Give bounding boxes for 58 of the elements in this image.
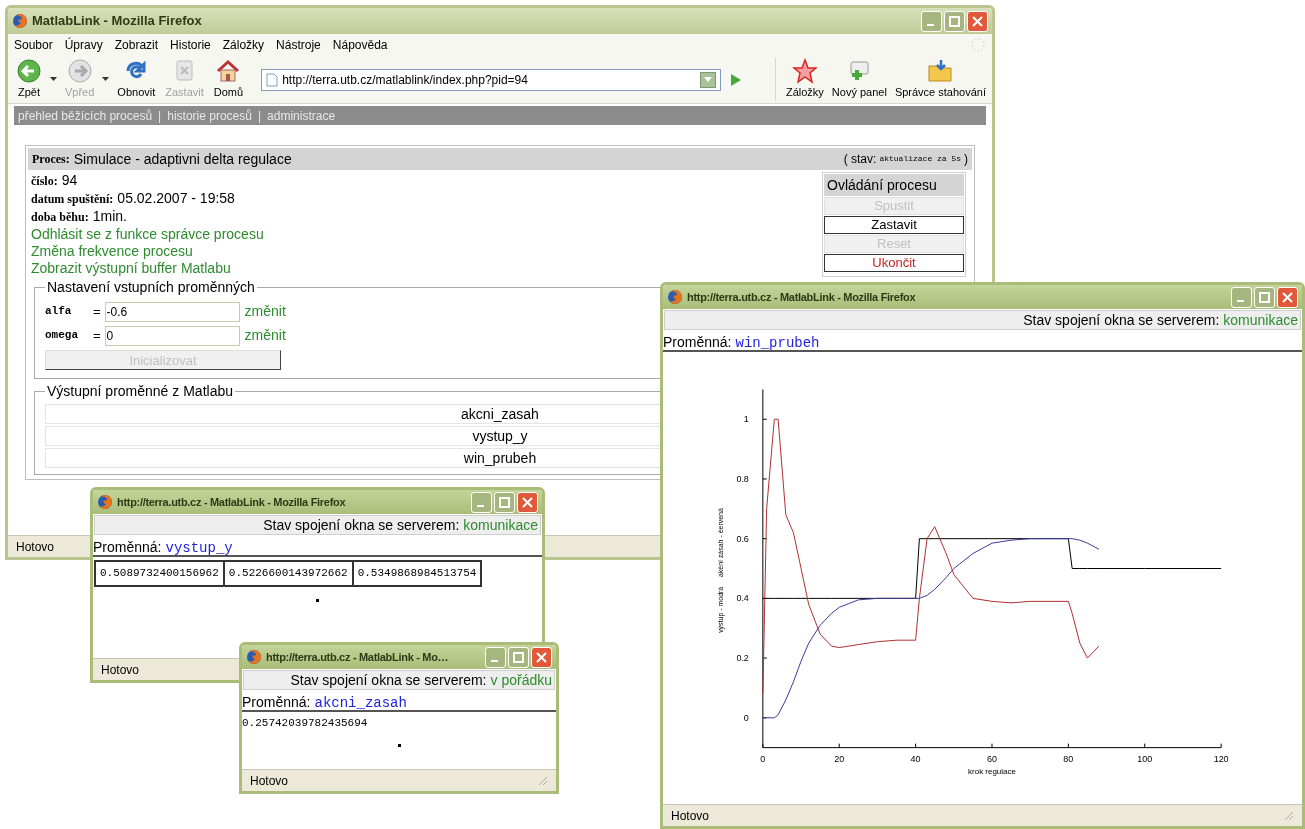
connection-label: Stav spojení okna se serverem: [263, 515, 460, 535]
fieldset-legend: Výstupní proměnné z Matlabu [45, 381, 235, 402]
state-label: ) [964, 151, 968, 168]
connection-state: komunikace [1223, 310, 1298, 330]
variable-label: omega [45, 328, 79, 344]
table-cell-text: 0.5089732400156962 [99, 566, 220, 581]
field-value: 1min. [92, 208, 127, 225]
tick-label: 0 [743, 712, 749, 723]
status-text: Hotovo [250, 772, 289, 790]
tick-label: 1 [743, 414, 749, 425]
separator-text: | [158, 107, 162, 125]
status-text: Hotovo [16, 538, 55, 556]
variable-label: Proměnná: [242, 693, 311, 712]
variable-name: akcni_zasah [314, 694, 407, 713]
field-value: 05.02.2007 - 19:58 [117, 190, 235, 207]
value-text: 0.25742039782435694 [242, 716, 368, 731]
field-label: doba běhu: [31, 209, 89, 226]
variable-label: alfa [45, 304, 73, 320]
process-name: Simulace - adaptivni delta regulace [73, 149, 292, 169]
tick-label: 0 [760, 753, 766, 764]
tick-label: 80 [1063, 753, 1074, 764]
field-label: Proces: [32, 151, 70, 168]
connection-state: v pořádku [490, 670, 552, 690]
tick-label: 0.6 [736, 533, 749, 544]
field-value: 94 [61, 172, 78, 189]
window-title: http://terra.utb.cz - MatlabLink - Mozilla Firefox [117, 494, 347, 510]
equals-sign: = [93, 326, 101, 345]
equals-sign: = [93, 302, 101, 321]
table-cell: 0.5226600143972662 [222, 562, 352, 585]
tick-label: 100 [1137, 753, 1153, 764]
variable-name: vystup_y [165, 539, 233, 558]
window-title: MatlabLink - Mozilla Firefox [32, 12, 203, 31]
tick-label: 0.8 [736, 473, 749, 484]
status-text: Hotovo [101, 661, 140, 679]
panel-title: Ovládání procesu [824, 174, 964, 196]
tick-label: 120 [1213, 753, 1229, 764]
state-label: ( stav: [843, 151, 877, 168]
separator-text: | [257, 107, 262, 125]
status-text: Hotovo [671, 807, 710, 825]
variable-label: Proměnná: [663, 333, 732, 352]
tick-label: 40 [910, 753, 921, 764]
window-title: http://terra.utb.cz - MatlabLink - Mo… [266, 649, 450, 665]
connection-label: Stav spojení okna se serverem: [1023, 310, 1220, 330]
tick-label: 20 [834, 753, 845, 764]
state-value: aktualizace za 5s [879, 153, 961, 165]
variable-label: Proměnná: [93, 538, 162, 557]
connection-state: komunikace [463, 515, 538, 535]
field-label: datum spuštění: [31, 191, 114, 208]
fieldset-legend: Nastavení vstupních proměnných [45, 277, 257, 298]
variable-name: win_prubeh [735, 334, 820, 353]
axis-label: krok regulace [968, 766, 1016, 776]
connection-label: Stav spojení okna se serverem: [290, 670, 487, 690]
table-cell: 0.5349868984513754 [351, 562, 481, 585]
window-title: http://terra.utb.cz - MatlabLink - Mozilla Firefox [687, 289, 917, 305]
field-label: číslo: [31, 173, 58, 190]
tick-label: 0.4 [736, 593, 749, 604]
tick-label: 0.2 [736, 653, 749, 664]
tick-label: 60 [987, 753, 997, 764]
